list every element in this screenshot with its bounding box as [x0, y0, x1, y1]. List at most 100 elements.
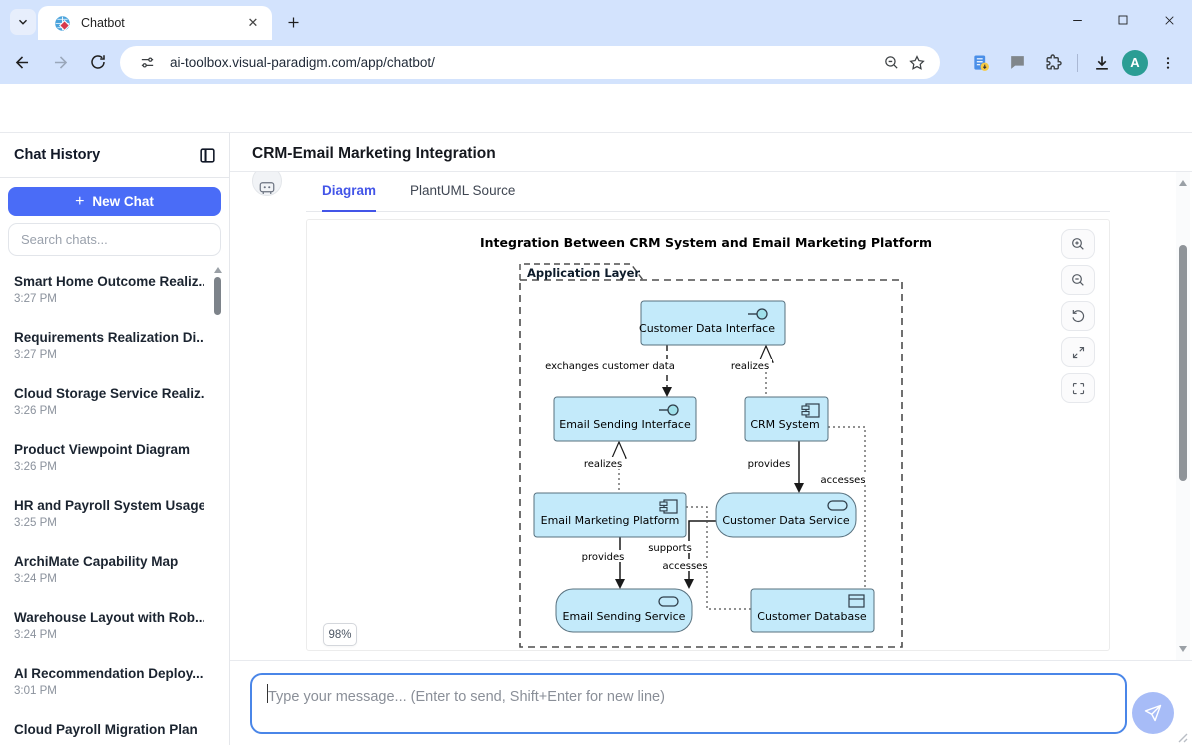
node-email-marketing-platform[interactable]: Email Marketing Platform	[534, 493, 686, 537]
arrowhead	[684, 579, 694, 589]
tab-plantuml-source[interactable]: PlantUML Source	[410, 183, 515, 212]
assistant-message: Diagram PlantUML Source Integration Betw…	[306, 183, 1110, 651]
group-label: Application Layer	[527, 266, 640, 280]
node-email-sending-interface[interactable]: Email Sending Interface	[554, 397, 696, 441]
chat-list: Smart Home Outcome Realiz...3:27 PM Requ…	[0, 265, 212, 745]
toolbar-separator	[1077, 54, 1078, 72]
zoom-level-icon[interactable]	[878, 50, 904, 76]
interface-icon	[757, 309, 767, 319]
favicon-visual-paradigm	[54, 15, 71, 32]
bookmark-star-icon[interactable]	[904, 50, 930, 76]
url-text: ai-toolbox.visual-paradigm.com/app/chatb…	[170, 55, 878, 70]
chat-messages-area: Diagram PlantUML Source Integration Betw…	[230, 172, 1192, 660]
svg-text:Customer Data Interface: Customer Data Interface	[639, 322, 775, 335]
tab-title: Chatbot	[81, 16, 244, 30]
data-object-icon	[849, 595, 864, 607]
svg-text:CRM System: CRM System	[750, 418, 819, 431]
browser-tab[interactable]: Chatbot ✕	[38, 6, 272, 40]
collapse-panel-icon[interactable]	[198, 146, 218, 166]
forward-icon[interactable]	[44, 46, 76, 78]
menu-kebab-icon[interactable]	[1152, 47, 1184, 79]
address-bar[interactable]: ai-toolbox.visual-paradigm.com/app/chatb…	[120, 46, 940, 79]
node-customer-database[interactable]: Customer Database	[751, 589, 874, 632]
search-chats-input[interactable]	[8, 223, 221, 256]
content-scrollbar[interactable]	[1176, 172, 1190, 660]
minimize-button[interactable]	[1054, 0, 1100, 40]
window-controls	[1054, 0, 1192, 40]
chat-list-item[interactable]: AI Recommendation Deploy...3:01 PM	[0, 657, 212, 713]
reload-icon[interactable]	[82, 46, 114, 78]
maximize-button[interactable]	[1100, 0, 1146, 40]
edge-label: provides	[748, 459, 791, 470]
divider	[0, 177, 230, 178]
back-icon[interactable]	[6, 46, 38, 78]
main-panel: CRM-Email Marketing Integration Diagram …	[230, 133, 1192, 745]
conversation-title: CRM-Email Marketing Integration	[252, 145, 496, 163]
node-customer-data-interface[interactable]: Customer Data Interface	[639, 301, 785, 345]
diagram-card: Integration Between CRM System and Email…	[306, 219, 1110, 651]
edge-label: accesses	[820, 475, 865, 486]
node-customer-data-service[interactable]: Customer Data Service	[716, 493, 856, 537]
arrowhead	[662, 387, 672, 397]
new-tab-button[interactable]	[280, 9, 306, 35]
chat-list-item[interactable]: HR and Payroll System Usage3:25 PM	[0, 489, 212, 545]
zoom-out-button[interactable]	[1061, 265, 1095, 295]
archimate-diagram: Integration Between CRM System and Email…	[307, 220, 1109, 652]
message-composer	[230, 660, 1192, 745]
comment-icon[interactable]	[1001, 47, 1033, 79]
chat-list-item[interactable]: Smart Home Outcome Realiz...3:27 PM	[0, 265, 212, 321]
extensions-row: A	[965, 46, 1184, 79]
sidebar-scrollbar[interactable]	[213, 265, 223, 745]
edge-label: supports	[648, 543, 692, 554]
profile-avatar[interactable]: A	[1122, 50, 1148, 76]
tab-close-icon[interactable]: ✕	[244, 14, 262, 32]
chat-list-item[interactable]: Requirements Realization Di...3:27 PM	[0, 321, 212, 377]
scroll-thumb[interactable]	[1179, 245, 1187, 481]
edge-label: provides	[582, 552, 625, 563]
arrowhead	[615, 579, 625, 589]
tab-search-chevron-icon[interactable]	[10, 9, 36, 35]
service-icon	[659, 597, 678, 606]
zoom-in-button[interactable]	[1061, 229, 1095, 259]
chat-list-item[interactable]: Warehouse Layout with Rob...3:24 PM	[0, 601, 212, 657]
browser-chrome: Chatbot ✕ ai-toolbox.visual-paradigm.com…	[0, 0, 1192, 84]
chat-list-item[interactable]: Cloud Storage Service Realiz...3:26 PM	[0, 377, 212, 433]
tab-diagram[interactable]: Diagram	[322, 183, 376, 212]
chat-list-item[interactable]: ArchiMate Capability Map3:24 PM	[0, 545, 212, 601]
svg-text:Email Sending Interface: Email Sending Interface	[559, 418, 691, 431]
arrowhead	[794, 483, 804, 493]
resize-grip-icon[interactable]	[1174, 729, 1188, 743]
sidebar-chat-history: Chat History + New Chat Smart Home Outco…	[0, 133, 230, 745]
chat-list-item[interactable]: Product Viewpoint Diagram3:26 PM	[0, 433, 212, 489]
site-settings-icon[interactable]	[134, 50, 160, 76]
sidebar-title: Chat History	[14, 147, 100, 163]
fit-screen-button[interactable]	[1061, 373, 1095, 403]
text-cursor	[267, 684, 268, 703]
viewer-tabs: Diagram PlantUML Source	[306, 183, 1110, 212]
interface-icon	[668, 405, 678, 415]
diagram-title: Integration Between CRM System and Email…	[480, 235, 932, 250]
diagram-controls	[1061, 229, 1095, 403]
new-chat-button[interactable]: + New Chat	[8, 187, 221, 216]
chat-list-item[interactable]: Cloud Payroll Migration Plan	[0, 713, 212, 745]
node-email-sending-service[interactable]: Email Sending Service	[556, 589, 692, 632]
message-input[interactable]	[250, 673, 1127, 734]
realization-triangle	[612, 442, 626, 458]
scroll-up-arrow[interactable]	[1179, 180, 1187, 186]
scroll-thumb[interactable]	[214, 277, 221, 315]
scroll-up-arrow[interactable]	[214, 267, 222, 273]
extensions-puzzle-icon[interactable]	[1037, 47, 1069, 79]
expand-button[interactable]	[1061, 337, 1095, 367]
scroll-down-arrow[interactable]	[1179, 646, 1187, 652]
reset-view-button[interactable]	[1061, 301, 1095, 331]
edge-label: realizes	[731, 361, 769, 372]
edge-label: exchanges customer data	[545, 361, 675, 372]
service-icon	[828, 501, 847, 510]
close-button[interactable]	[1146, 0, 1192, 40]
edge-label: realizes	[584, 459, 622, 470]
svg-text:Customer Data Service: Customer Data Service	[722, 514, 850, 527]
reading-list-icon[interactable]	[965, 47, 997, 79]
downloads-icon[interactable]	[1086, 47, 1118, 79]
node-crm-system[interactable]: CRM System	[745, 397, 828, 441]
send-button[interactable]	[1132, 692, 1174, 734]
